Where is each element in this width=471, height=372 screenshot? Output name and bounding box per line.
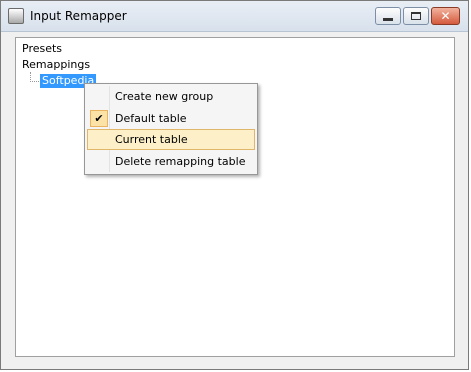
tree-item-presets[interactable]: Presets <box>22 42 62 55</box>
window-title: Input Remapper <box>30 9 127 23</box>
close-icon: ✕ <box>440 9 451 23</box>
checkmark-icon: ✔ <box>90 110 108 127</box>
maximize-button[interactable] <box>403 7 429 25</box>
context-menu: Create new group ✔ Default table Current… <box>84 83 258 175</box>
maximize-icon <box>411 12 421 20</box>
minimize-button[interactable] <box>375 7 401 25</box>
minimize-icon <box>383 18 393 21</box>
title-bar[interactable]: Input Remapper ✕ <box>1 1 468 32</box>
menu-item-default-table[interactable]: ✔ Default table <box>87 108 255 129</box>
menu-item-label: Create new group <box>115 90 214 103</box>
menu-item-label: Delete remapping table <box>115 155 246 168</box>
app-icon <box>8 8 24 24</box>
close-button[interactable]: ✕ <box>431 7 460 25</box>
tree-item-remappings[interactable]: Remappings <box>22 58 90 71</box>
menu-item-label: Default table <box>115 112 187 125</box>
menu-item-label: Current table <box>115 133 188 146</box>
menu-item-create-new-group[interactable]: Create new group <box>87 86 255 107</box>
app-window: Input Remapper ✕ Presets Remappings Soft… <box>0 0 469 370</box>
menu-item-current-table[interactable]: Current table <box>87 129 255 150</box>
menu-item-delete-remapping-table[interactable]: Delete remapping table <box>87 151 255 172</box>
